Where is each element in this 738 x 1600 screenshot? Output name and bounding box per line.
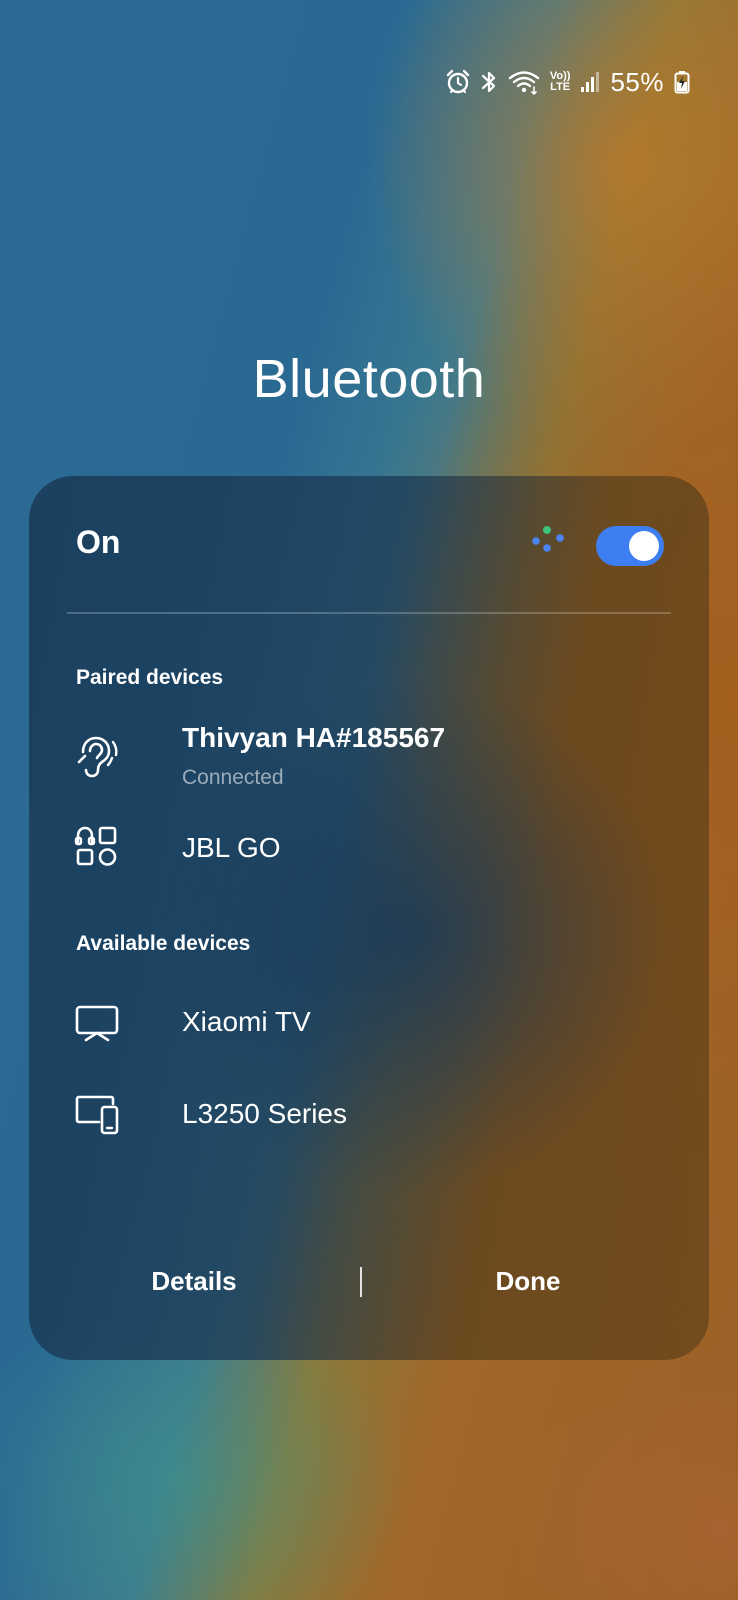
signal-icon xyxy=(580,70,600,94)
tv-icon xyxy=(73,998,121,1046)
details-button[interactable]: Details xyxy=(69,1256,319,1306)
device-name: JBL GO xyxy=(182,832,281,863)
toggle-knob xyxy=(629,531,659,561)
battery-percentage: 55% xyxy=(610,66,664,97)
devices-icon xyxy=(73,1090,121,1138)
toggle-state-label: On xyxy=(76,524,121,560)
device-row-l3250-series[interactable]: L3250 Series xyxy=(29,1076,709,1152)
bluetooth-panel: On Paired devices Thivyan HA#185567 Conn… xyxy=(29,476,709,1360)
status-bar: Vo)) LTE 55% xyxy=(446,62,690,102)
footer-separator xyxy=(360,1267,362,1297)
available-devices-header: Available devices xyxy=(76,932,251,955)
device-name: Thivyan HA#185567 xyxy=(182,722,446,753)
divider xyxy=(67,612,671,614)
device-row-thivyan-ha[interactable]: Thivyan HA#185567 Connected xyxy=(29,704,709,808)
device-status: Connected xyxy=(182,766,284,789)
alarm-icon xyxy=(446,69,470,95)
wifi-icon xyxy=(508,69,540,95)
bluetooth-icon xyxy=(480,69,498,95)
device-row-xiaomi-tv[interactable]: Xiaomi TV xyxy=(29,986,709,1058)
device-name: Xiaomi TV xyxy=(182,1006,311,1037)
paired-devices-header: Paired devices xyxy=(76,666,224,689)
volte-icon: Vo)) LTE xyxy=(550,71,571,93)
bluetooth-toggle-switch[interactable] xyxy=(596,526,664,566)
done-button[interactable]: Done xyxy=(403,1256,653,1306)
device-name: L3250 Series xyxy=(182,1098,348,1129)
volte-bottom-label: LTE xyxy=(550,81,571,93)
battery-charging-icon xyxy=(674,70,690,94)
scanning-indicator-icon xyxy=(531,524,575,568)
device-row-jbl-go[interactable]: JBL GO xyxy=(29,808,709,884)
hearing-aid-icon xyxy=(73,732,121,780)
bluetooth-toggle-row[interactable]: On xyxy=(29,476,709,614)
dialog-title: Bluetooth xyxy=(252,349,486,409)
audio-device-icon xyxy=(73,822,121,870)
